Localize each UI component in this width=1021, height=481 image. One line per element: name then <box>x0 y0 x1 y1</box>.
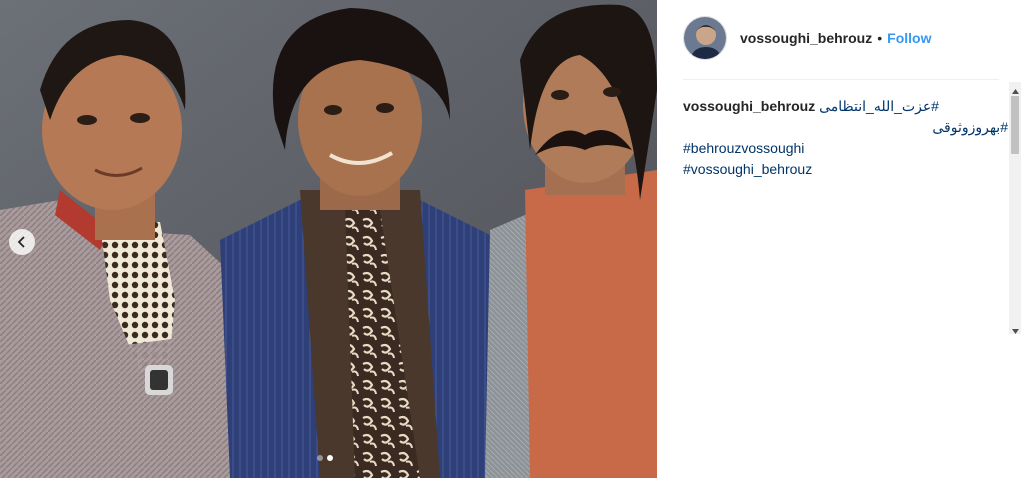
avatar[interactable] <box>683 16 727 60</box>
caption-line: vossoughi_behrouz #عزت_الله_انتظامی <box>683 96 1008 117</box>
triangle-up-icon <box>1011 79 1019 98</box>
hashtag-link[interactable]: #vossoughi_behrouz <box>683 159 1008 180</box>
post-photo[interactable] <box>0 0 657 478</box>
instagram-post: vossoughi_behrouz • Follow vossoughi_beh… <box>0 0 1021 481</box>
scroll-up-button[interactable] <box>1009 82 1021 94</box>
caption-username[interactable]: vossoughi_behrouz <box>683 98 815 114</box>
post-side-panel: vossoughi_behrouz • Follow vossoughi_beh… <box>657 0 1021 481</box>
hashtag-link[interactable]: #behrouzvossoughi <box>683 138 1008 159</box>
hashtag-link[interactable]: #عزت_الله_انتظامی <box>819 98 939 114</box>
post-header: vossoughi_behrouz • Follow <box>683 14 999 62</box>
header-separator: • <box>877 30 883 46</box>
scroll-down-button[interactable] <box>1009 322 1021 334</box>
photo-image <box>0 0 657 478</box>
caption-scrollbar[interactable] <box>1009 82 1021 334</box>
scroll-thumb[interactable] <box>1011 96 1019 154</box>
follow-button[interactable]: Follow <box>887 30 931 46</box>
triangle-down-icon <box>1011 319 1019 338</box>
carousel-dot <box>317 455 323 461</box>
username-link[interactable]: vossoughi_behrouz <box>740 30 872 46</box>
post-caption: vossoughi_behrouz #عزت_الله_انتظامی #بهر… <box>683 96 1008 332</box>
carousel-prev-button[interactable] <box>9 229 35 255</box>
carousel-indicator <box>317 455 333 461</box>
hashtag-link[interactable]: #بهروزوثوقی <box>683 117 1008 138</box>
chevron-left-icon <box>16 236 28 248</box>
carousel-dot-active <box>327 455 333 461</box>
divider <box>683 79 999 80</box>
